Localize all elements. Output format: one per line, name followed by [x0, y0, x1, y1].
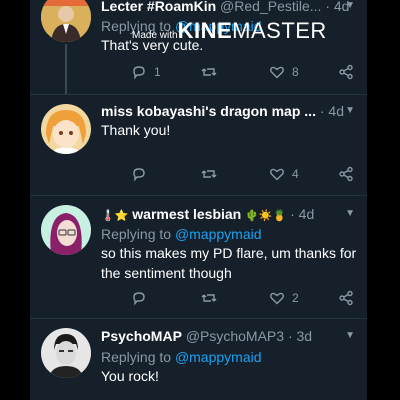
- handle[interactable]: @Red_Pestile...: [220, 0, 321, 14]
- retweet-button[interactable]: [201, 62, 224, 82]
- tweet-actions: 4: [101, 164, 354, 184]
- retweet-icon: [201, 68, 217, 76]
- name-emoji-left: 🌡️⭐: [101, 210, 129, 222]
- tweet-text: so this makes my PD flare, um thanks for…: [101, 245, 357, 281]
- share-icon: [339, 64, 353, 80]
- avatar-image: [41, 0, 91, 42]
- tweet[interactable]: miss kobayashi's dragon map ... · 4d ▼ T…: [30, 95, 367, 195]
- chevron-down-icon[interactable]: ▼: [345, 105, 355, 116]
- like-count: 2: [292, 291, 299, 305]
- share-icon: [339, 166, 353, 182]
- avatar-image: [41, 104, 91, 154]
- name-emoji-right: 🌵☀️🍍: [245, 210, 287, 222]
- reply-button[interactable]: [131, 288, 154, 308]
- chevron-down-icon[interactable]: ▼: [345, 330, 355, 341]
- tweet-header: PsychoMAP @PsychoMAP3 · 3d: [101, 327, 312, 345]
- timestamp[interactable]: 4d: [299, 206, 315, 222]
- chevron-down-icon[interactable]: ▼: [345, 208, 355, 219]
- share-button[interactable]: [338, 288, 354, 308]
- tweet-text: You rock!: [101, 368, 159, 384]
- heart-icon: [270, 292, 284, 305]
- tweet[interactable]: Lecter #RoamKin @Red_Pestile... · 4d ▼ R…: [30, 0, 367, 94]
- replying-to: Replying to @mappymaid: [101, 225, 262, 243]
- tweet-actions: 1 8: [101, 62, 354, 82]
- share-button[interactable]: [338, 164, 354, 184]
- tweet-header: Lecter #RoamKin @Red_Pestile... · 4d: [101, 0, 349, 15]
- like-count: 4: [292, 167, 299, 181]
- thread-line: [65, 44, 67, 94]
- watermark-brand-rest: MASTER: [232, 18, 327, 43]
- separator-dot: ·: [287, 328, 293, 344]
- avatar-image: [41, 328, 91, 378]
- share-button[interactable]: [338, 62, 354, 82]
- avatar[interactable]: [41, 328, 91, 378]
- tweet-thread-panel: Lecter #RoamKin @Red_Pestile... · 4d ▼ R…: [30, 0, 367, 400]
- display-name[interactable]: miss kobayashi's dragon map ...: [101, 103, 316, 119]
- tweet-text: Thank you!: [101, 122, 171, 138]
- avatar[interactable]: [41, 0, 91, 42]
- like-button[interactable]: 8: [269, 62, 299, 82]
- handle[interactable]: @PsychoMAP3: [186, 328, 284, 344]
- tweet[interactable]: 🌡️⭐ warmest lesbian 🌵☀️🍍 · 4d ▼ Replying…: [30, 196, 367, 316]
- replying-to-prefix: Replying to: [101, 226, 172, 242]
- reply-button[interactable]: 1: [131, 62, 161, 82]
- mention-link[interactable]: @mappymaid: [175, 226, 262, 242]
- separator-dot: ·: [319, 103, 325, 119]
- display-name[interactable]: PsychoMAP: [101, 328, 182, 344]
- chevron-down-icon[interactable]: ▼: [345, 0, 355, 11]
- separator-dot: ·: [325, 0, 330, 14]
- retweet-icon: [201, 170, 217, 178]
- replying-to-prefix: Replying to: [101, 349, 172, 365]
- share-icon: [339, 290, 353, 306]
- separator-dot: ·: [290, 206, 295, 222]
- reply-icon: [133, 168, 145, 182]
- watermark-brand-bold: KINE: [177, 18, 233, 43]
- reply-icon: [133, 66, 145, 80]
- like-count: 8: [292, 65, 299, 79]
- like-button[interactable]: 4: [269, 164, 299, 184]
- tweet-actions: 2: [101, 288, 354, 308]
- mention-link[interactable]: @mappymaid: [175, 349, 262, 365]
- reply-button[interactable]: [131, 164, 154, 184]
- retweet-icon: [201, 294, 217, 302]
- avatar[interactable]: [41, 205, 91, 255]
- reply-icon: [133, 292, 145, 306]
- retweet-button[interactable]: [201, 288, 224, 308]
- tweet-header: miss kobayashi's dragon map ... · 4d: [101, 102, 344, 120]
- avatar-image: [41, 205, 91, 255]
- heart-icon: [270, 66, 284, 79]
- timestamp[interactable]: 3d: [297, 328, 313, 344]
- watermark-prefix: Made with: [132, 30, 178, 41]
- display-name[interactable]: Lecter #RoamKin: [101, 0, 216, 14]
- heart-icon: [270, 168, 284, 181]
- tweet[interactable]: PsychoMAP @PsychoMAP3 · 3d ▼ Replying to…: [30, 319, 367, 400]
- timestamp[interactable]: 4d: [328, 103, 344, 119]
- video-watermark: Made withKINEMASTER: [132, 18, 327, 44]
- replying-to: Replying to @mappymaid: [101, 348, 262, 366]
- tweet-header: 🌡️⭐ warmest lesbian 🌵☀️🍍 · 4d: [101, 205, 314, 223]
- reply-count: 1: [154, 65, 161, 79]
- avatar[interactable]: [41, 104, 91, 154]
- display-name[interactable]: warmest lesbian: [132, 206, 241, 222]
- like-button[interactable]: 2: [269, 288, 299, 308]
- retweet-button[interactable]: [201, 164, 224, 184]
